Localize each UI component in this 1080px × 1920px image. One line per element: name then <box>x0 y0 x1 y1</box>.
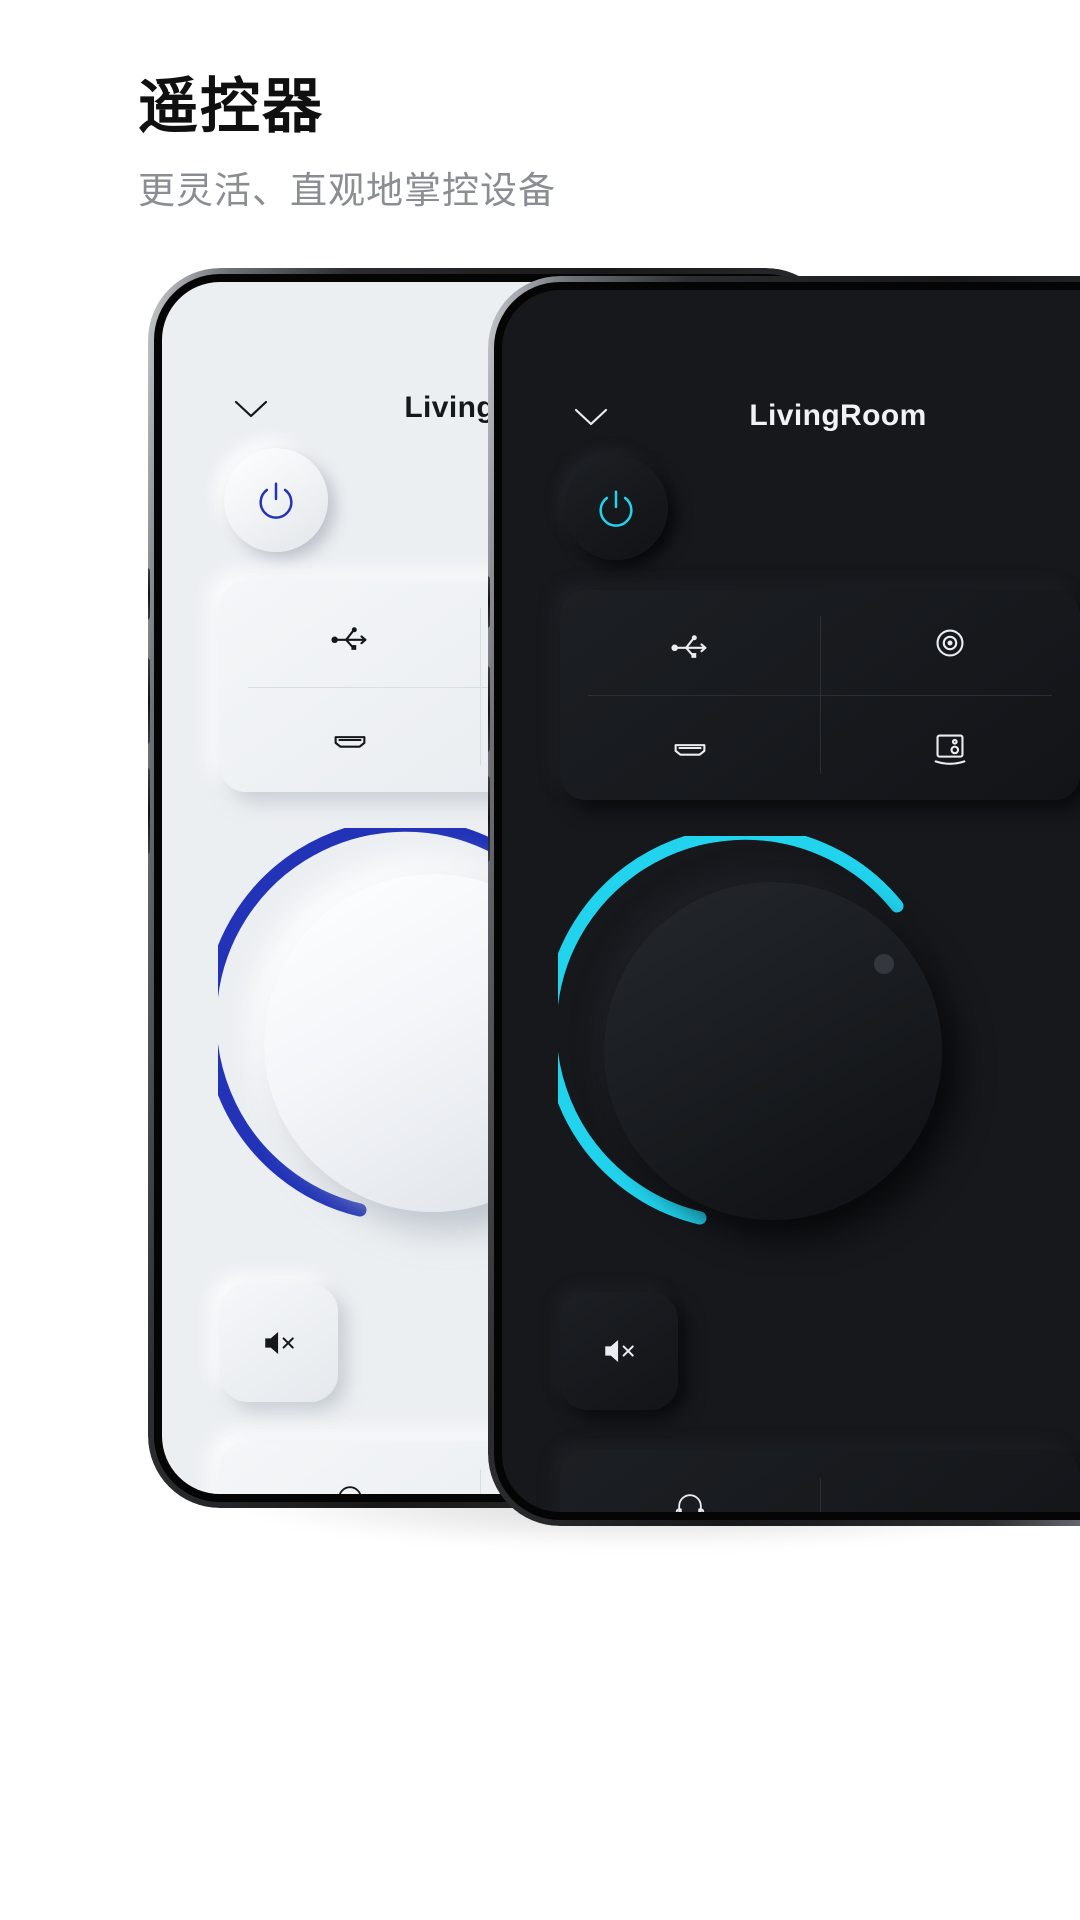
dark-output-button[interactable]: Unbalanced <box>560 1450 820 1512</box>
hdmi-icon <box>674 743 706 756</box>
light-power-button[interactable] <box>224 448 328 552</box>
dark-room-title: LivingRoom <box>749 399 927 432</box>
dark-volume-knob[interactable] <box>558 836 988 1266</box>
dark-phone-volume-up-button[interactable] <box>488 666 490 752</box>
phones-stage: LivingRoom <box>0 258 1080 1588</box>
dark-knob-indicator <box>874 954 894 974</box>
dark-topbar: LivingRoom <box>502 388 1080 444</box>
dark-auto-button[interactable]: AUTO <box>820 1450 1080 1513</box>
light-output-button[interactable]: Headphones <box>220 1442 480 1494</box>
dark-source-usb-button[interactable] <box>560 590 820 695</box>
light-mute-button[interactable] <box>220 1284 338 1402</box>
headline-block: 遥控器 更灵活、直观地掌控设备 <box>138 72 998 215</box>
light-phone-volume-down-button[interactable] <box>148 768 150 854</box>
dark-phone-mute-switch[interactable] <box>488 576 490 628</box>
power-icon <box>599 490 633 527</box>
optical-icon <box>936 628 964 657</box>
headphones-icon <box>675 1494 705 1512</box>
mute-icon <box>265 1332 294 1354</box>
page-title: 遥控器 <box>138 73 324 140</box>
usb-icon <box>331 626 367 650</box>
hdmi-icon <box>334 735 366 748</box>
mute-icon <box>605 1340 634 1362</box>
usb-icon <box>671 634 707 658</box>
dark-phone-screen: LivingRoom <box>502 290 1080 1512</box>
light-phone-volume-up-button[interactable] <box>148 658 150 744</box>
dark-bottom-bar: Unbalanced AUTO <box>560 1450 1080 1512</box>
light-source-usb-button[interactable] <box>220 582 480 687</box>
dark-phone-volume-down-button[interactable] <box>488 776 490 862</box>
dark-source-grid <box>560 590 1080 800</box>
dark-mute-button[interactable] <box>560 1292 678 1410</box>
light-source-hdmi-button[interactable] <box>220 687 480 792</box>
dark-source-hdmi-button[interactable] <box>560 695 820 800</box>
dark-power-button[interactable] <box>564 456 668 560</box>
dark-source-optical-button[interactable] <box>820 590 1080 695</box>
page-subtitle: 更灵活、直观地掌控设备 <box>138 169 556 211</box>
light-phone-mute-switch[interactable] <box>148 568 150 620</box>
headphones-icon <box>339 1486 361 1494</box>
dark-auto-label: AUTO <box>911 1510 990 1513</box>
dark-source-speaker-button[interactable] <box>820 695 1080 800</box>
dark-knob-face <box>604 882 942 1220</box>
power-icon <box>259 482 293 519</box>
dark-remote-ui: LivingRoom <box>502 290 1080 1512</box>
speaker-icon <box>934 733 966 765</box>
page-root: 遥控器 更灵活、直观地掌控设备 LivingRoom <box>0 0 1080 1920</box>
dark-phone-mockup: LivingRoom <box>488 276 1080 1526</box>
